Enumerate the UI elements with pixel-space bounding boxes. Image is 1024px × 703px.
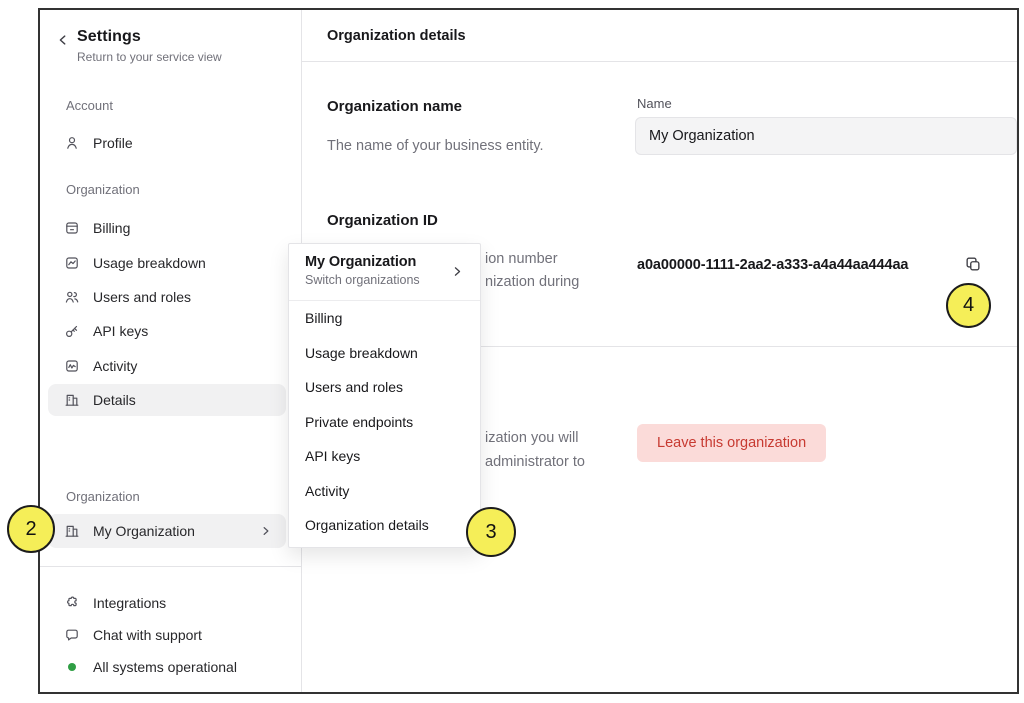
dropdown-item-activity[interactable]: Activity [289, 474, 480, 509]
settings-title: Settings [77, 28, 222, 46]
person-icon [64, 135, 80, 151]
org-id-description-fragment-2: nization during [485, 274, 579, 290]
dropdown-item-users-and-roles[interactable]: Users and roles [289, 370, 480, 405]
building-icon [64, 523, 80, 539]
sidebar-item-profile[interactable]: Profile [48, 129, 286, 157]
sidebar-item-usage-breakdown[interactable]: Usage breakdown [48, 249, 286, 277]
dropdown-header-my-organization[interactable]: My Organization Switch organizations [289, 244, 480, 301]
org-name-description: The name of your business entity. [327, 138, 544, 154]
dropdown-item-api-keys[interactable]: API keys [289, 439, 480, 474]
key-icon [64, 323, 80, 339]
sidebar-item-chat-support[interactable]: Chat with support [48, 621, 286, 649]
sidebar-item-label: Chat with support [93, 627, 202, 643]
org-name-heading: Organization name [327, 98, 462, 115]
dropdown-item-organization-details[interactable]: Organization details [289, 508, 480, 543]
sidebar-item-details[interactable]: Details [48, 384, 286, 416]
section-label-organization-2: Organization [66, 489, 140, 504]
organization-id-value: a0a00000-1111-2aa2-a333-a4a44aa444aa [637, 257, 908, 273]
chevron-right-icon [260, 525, 272, 537]
sidebar-item-label: Integrations [93, 595, 166, 611]
system-status[interactable]: All systems operational [48, 653, 286, 681]
sidebar-item-activity[interactable]: Activity [48, 352, 286, 380]
dropdown-item-billing[interactable]: Billing [289, 301, 480, 336]
page-title: Organization details [302, 10, 1017, 62]
sidebar-item-label: My Organization [93, 523, 195, 539]
users-icon [64, 289, 80, 305]
sidebar-item-api-keys[interactable]: API keys [48, 317, 286, 345]
divider [40, 566, 301, 567]
leave-description-fragment-2: administrator to [485, 454, 585, 470]
leave-description-fragment-1: ization you will [485, 430, 579, 446]
dropdown-org-subtitle: Switch organizations [305, 273, 466, 287]
dropdown-org-name: My Organization [305, 254, 466, 270]
settings-subtitle: Return to your service view [77, 50, 222, 64]
status-label: All systems operational [93, 659, 237, 675]
sidebar-item-label: Users and roles [93, 289, 191, 305]
leave-organization-button[interactable]: Leave this organization [637, 424, 826, 462]
sidebar-item-integrations[interactable]: Integrations [48, 589, 286, 617]
usage-chart-icon [64, 255, 80, 271]
org-id-description-fragment-1: ion number [485, 251, 558, 267]
sidebar-item-label: Details [93, 392, 136, 408]
name-field-label: Name [637, 96, 672, 111]
activity-icon [64, 358, 80, 374]
sidebar-item-label: Billing [93, 220, 130, 236]
sidebar-item-users-and-roles[interactable]: Users and roles [48, 283, 286, 311]
sidebar-item-billing[interactable]: Billing [48, 214, 286, 242]
dropdown-item-usage-breakdown[interactable]: Usage breakdown [289, 336, 480, 371]
organization-switcher-dropdown: My Organization Switch organizations Bil… [288, 243, 481, 548]
sidebar-item-label: API keys [93, 323, 148, 339]
sidebar-item-my-organization[interactable]: My Organization [48, 514, 286, 548]
sidebar-header: Settings Return to your service view [56, 28, 222, 64]
annotation-step-3-badge: 3 [466, 507, 516, 557]
billing-icon [64, 220, 80, 236]
status-green-dot-icon [68, 663, 76, 671]
dropdown-item-private-endpoints[interactable]: Private endpoints [289, 405, 480, 440]
sidebar-item-label: Usage breakdown [93, 255, 206, 271]
annotation-step-2-badge: 2 [7, 505, 55, 553]
org-id-heading: Organization ID [327, 212, 438, 229]
settings-sidebar: Settings Return to your service view Acc… [40, 10, 302, 692]
section-label-organization: Organization [66, 182, 140, 197]
sidebar-item-label: Activity [93, 358, 137, 374]
organization-name-input[interactable] [635, 117, 1017, 155]
chevron-right-icon [451, 265, 464, 278]
sidebar-item-label: Profile [93, 135, 133, 151]
puzzle-icon [64, 595, 80, 611]
chat-bubble-icon [64, 627, 80, 643]
app-window: Settings Return to your service view Acc… [38, 8, 1019, 694]
section-label-account: Account [66, 98, 113, 113]
annotation-step-4-badge: 4 [946, 283, 991, 328]
building-icon [64, 392, 80, 408]
copy-icon[interactable] [964, 253, 986, 275]
back-chevron-icon[interactable] [56, 33, 70, 47]
